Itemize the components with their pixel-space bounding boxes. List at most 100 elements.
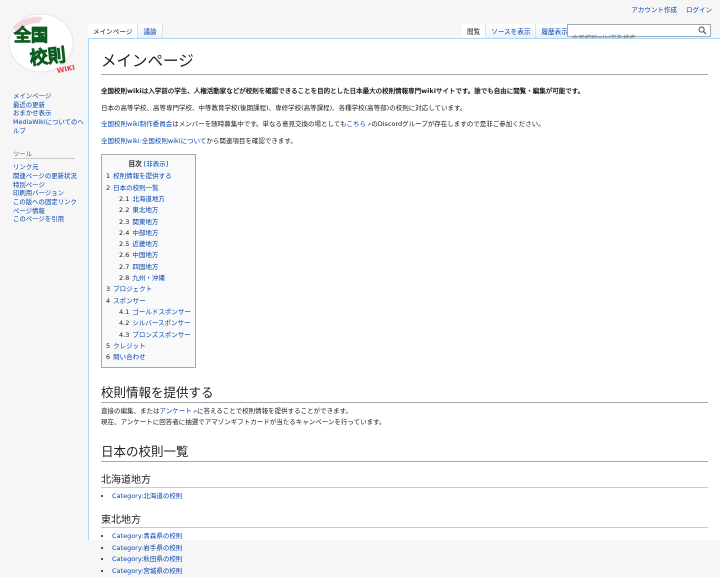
- category-link[interactable]: Category:秋田県の校則: [112, 555, 182, 563]
- toc-item: 4.2 シルバースポンサー: [106, 318, 191, 329]
- main-content: メインページ 全国校則wikiは入学前の学生、人権活動家などが校則を確認できるこ…: [88, 38, 720, 575]
- category-link[interactable]: Category:岩手県の校則: [112, 544, 182, 552]
- survey-link[interactable]: アンケート: [160, 407, 197, 415]
- login-link[interactable]: ログイン: [686, 6, 712, 14]
- toc-link[interactable]: 4.1 ゴールドスポンサー: [119, 308, 191, 316]
- toc-label: スポンサー: [113, 296, 146, 305]
- toc-number: 4.2: [119, 319, 130, 328]
- toc-item: 2.1 北海道地方: [106, 194, 191, 205]
- toc-item: 6 問い合わせ: [106, 352, 191, 363]
- toc-link[interactable]: 4.3 ブロンズスポンサー: [119, 331, 191, 339]
- sidebar-item-whatlinkshere[interactable]: リンク元: [13, 163, 87, 172]
- toc-link[interactable]: 2.4 中部地方: [119, 229, 158, 237]
- sidebar-item-random[interactable]: おまかせ表示: [13, 109, 87, 118]
- category-link[interactable]: Category:北海道の校則: [112, 492, 182, 500]
- toc-label: 校則情報を提供する: [113, 172, 172, 181]
- toc-label: 近畿地方: [132, 240, 159, 249]
- toc-label: 問い合わせ: [113, 353, 146, 362]
- tab-history-link[interactable]: 履歴表示: [541, 28, 567, 36]
- toc-item: 4.1 ゴールドスポンサー: [106, 307, 191, 318]
- view-tabs: 閲覧 ソースを表示 履歴表示: [462, 24, 574, 40]
- toc-number: 4.3: [119, 330, 130, 339]
- toc-label: 九州・沖縄: [132, 274, 165, 283]
- hokkaido-list: Category:北海道の校則: [101, 491, 708, 503]
- recruit-text: はメンバーを随時募集中です。単なる意見交換の場としても: [172, 120, 347, 129]
- sidebar-item-help[interactable]: MediaWikiについてのヘルプ: [13, 118, 87, 135]
- category-link[interactable]: Category:青森県の校則: [112, 532, 182, 540]
- search-icon[interactable]: [698, 26, 707, 35]
- sidebar-item-printable[interactable]: 印刷用バージョン: [13, 189, 87, 198]
- toc-number: 1: [106, 172, 111, 181]
- toc-number: 2.5: [119, 240, 130, 249]
- tab-talk-link[interactable]: 議論: [143, 28, 156, 36]
- toc-link[interactable]: 2.6 中国地方: [119, 251, 158, 259]
- toc-item: 4 スポンサー: [106, 296, 191, 307]
- sidebar-item-special-pages[interactable]: 特別ページ: [13, 181, 87, 190]
- about-link[interactable]: 全国校則wiki:全国校則wikiについて: [101, 137, 206, 145]
- personal-tools: アカウント作成 ログイン: [624, 4, 712, 14]
- subsection-hokkaido: 北海道地方: [101, 471, 708, 488]
- logo-graphic: 全国 校則 WIKI: [8, 13, 76, 75]
- create-account-link[interactable]: アカウント作成: [631, 6, 677, 14]
- category-link[interactable]: Category:宮城県の校則: [112, 567, 182, 575]
- toc-link[interactable]: 2 日本の校則一覧: [106, 184, 159, 192]
- subsection-tohoku: 東北地方: [101, 511, 708, 529]
- tab-view-source-link[interactable]: ソースを表示: [491, 28, 530, 36]
- toc-link[interactable]: 2.2 東北地方: [119, 206, 158, 214]
- tab-talk[interactable]: 議論: [138, 24, 163, 39]
- toc-link[interactable]: 2.1 北海道地方: [119, 195, 165, 203]
- toc-item: 2.7 四国地方: [106, 262, 191, 273]
- toc-number: 6: [106, 353, 111, 362]
- toc-item: 2.2 東北地方: [106, 205, 191, 216]
- toc-item: 2.8 九州・沖縄: [106, 273, 191, 284]
- site-logo[interactable]: 全国 校則 WIKI: [5, 9, 80, 75]
- sidebar-item-related-changes[interactable]: 関連ページの更新状況: [13, 172, 87, 181]
- section-heading-provide: 校則情報を提供する: [101, 382, 708, 404]
- toc-label: 日本の校則一覧: [113, 183, 159, 192]
- logo-text-1: 全国: [13, 25, 48, 46]
- sidebar: メインページ 最近の更新 おまかせ表示 MediaWikiについてのヘルプ ツー…: [13, 92, 87, 224]
- toc-number: 2.1: [119, 194, 130, 203]
- toc-link[interactable]: 2.8 九州・沖縄: [119, 274, 165, 282]
- toc-link[interactable]: 5 クレジット: [106, 342, 146, 350]
- toc-number: 2.8: [119, 274, 130, 283]
- toc-list: 1 校則情報を提供する 2 日本の校則一覧 2.1 北海道地方 2.2 東北地方 2.3 関東地方…: [106, 171, 191, 363]
- toc-number: 2.4: [119, 228, 130, 237]
- toc-number: 5: [106, 341, 111, 350]
- toc-link[interactable]: 2.7 四国地方: [119, 263, 158, 271]
- sidebar-item-permalink[interactable]: この版への固定リンク: [13, 198, 87, 207]
- toc-number: 2: [106, 183, 111, 192]
- section-heading-list: 日本の校則一覧: [101, 441, 708, 462]
- toc-link[interactable]: 2.5 近畿地方: [119, 240, 158, 248]
- about-text: から関連項目を確認できます。: [206, 136, 297, 145]
- table-of-contents: 目次 [非表示] 1 校則情報を提供する 2 日本の校則一覧 2.1 北海道地方 2.2 東北…: [101, 154, 196, 369]
- toc-link[interactable]: 6 問い合わせ: [106, 353, 146, 361]
- search-box: [567, 24, 711, 44]
- discord-link[interactable]: こちら: [347, 120, 372, 128]
- toc-item: 2.6 中国地方: [106, 250, 191, 261]
- provide-line-1: 直接の編集、またはアンケートに答えることで校則情報を提供することができます。: [101, 407, 708, 416]
- toc-link[interactable]: 4.2 シルバースポンサー: [119, 319, 191, 327]
- committee-link[interactable]: 全国校則wiki制作委員会: [101, 120, 172, 128]
- namespace-tabs: メインページ 議論: [88, 24, 163, 40]
- toc-label: 四国地方: [132, 262, 159, 271]
- sidebar-tools-heading: ツール: [13, 150, 75, 160]
- toc-link[interactable]: 3 プロジェクト: [106, 285, 152, 293]
- sidebar-tools: リンク元 関連ページの更新状況 特別ページ 印刷用バージョン この版への固定リン…: [13, 163, 87, 224]
- toc-label: ブロンズスポンサー: [132, 330, 191, 339]
- toc-number: 2.6: [119, 251, 130, 260]
- toc-label: 中国地方: [132, 251, 159, 260]
- toc-label: プロジェクト: [113, 285, 153, 294]
- page-title: メインページ: [101, 49, 708, 75]
- sidebar-item-cite[interactable]: このページを引用: [13, 215, 87, 224]
- provide-pre: 直接の編集、または: [101, 407, 160, 416]
- toc-link[interactable]: 1 校則情報を提供する: [106, 172, 172, 180]
- intro-bold: 全国校則wikiは入学前の学生、人権活動家などが校則を確認できることを目的とした…: [101, 87, 585, 95]
- toc-link[interactable]: 2.3 関東地方: [119, 218, 158, 226]
- toc-item: 2.4 中部地方: [106, 228, 191, 239]
- toc-item: 1 校則情報を提供する: [106, 171, 191, 182]
- tab-view-source[interactable]: ソースを表示: [486, 24, 537, 39]
- toc-link[interactable]: 4 スポンサー: [106, 297, 146, 305]
- toc-toggle[interactable]: [非表示]: [144, 160, 169, 168]
- sidebar-item-main-page[interactable]: メインページ: [13, 92, 87, 101]
